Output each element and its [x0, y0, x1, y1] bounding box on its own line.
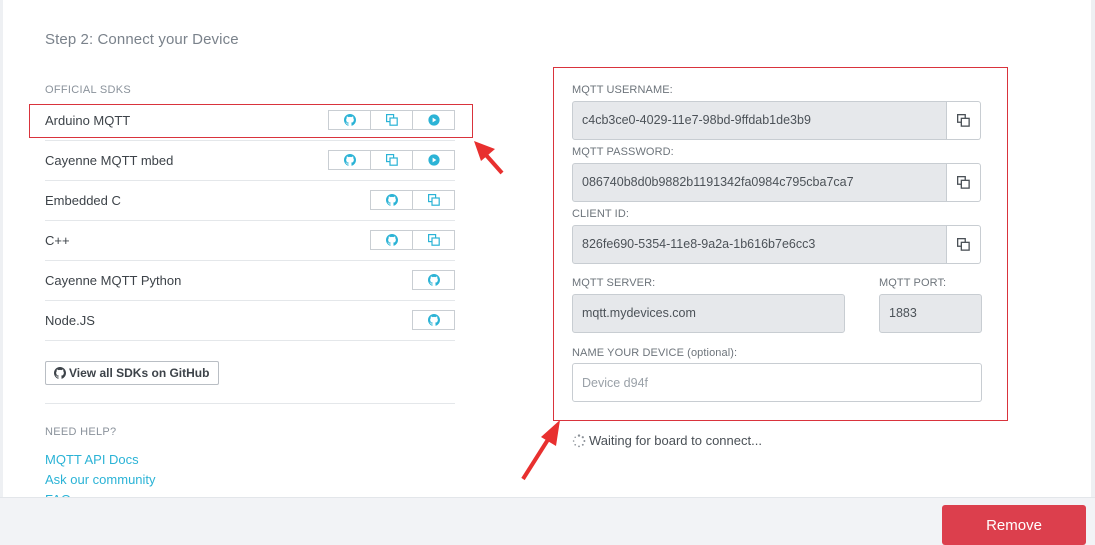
sdk-row-embedded-c: Embedded C	[45, 181, 455, 221]
view-all-sdks-label: View all SDKs on GitHub	[69, 366, 210, 380]
copy-icon	[427, 234, 440, 246]
copy-icon	[957, 176, 970, 189]
copy-button[interactable]	[412, 230, 455, 250]
mqtt-username-field[interactable]: c4cb3ce0-4029-11e7-98bd-9ffdab1de3b9	[572, 101, 947, 140]
copy-password-button[interactable]	[947, 163, 981, 202]
spinner-icon	[572, 433, 586, 447]
sdk-name: Cayenne MQTT Python	[45, 273, 182, 288]
github-button[interactable]	[370, 230, 413, 250]
client-id-label: CLIENT ID:	[572, 208, 630, 220]
mqtt-password-label: MQTT PASSWORD:	[572, 146, 674, 158]
section-divider	[45, 403, 455, 404]
copy-button[interactable]	[370, 150, 413, 170]
copy-username-button[interactable]	[947, 101, 981, 140]
mqtt-server-label: MQTT SERVER:	[572, 277, 656, 289]
github-icon	[385, 194, 398, 206]
copy-client-id-button[interactable]	[947, 225, 981, 264]
mqtt-server-field[interactable]: mqtt.mydevices.com	[572, 294, 845, 333]
device-name-input[interactable]	[572, 363, 982, 402]
github-button[interactable]	[412, 310, 455, 330]
sdk-row-cpp: C++	[45, 221, 455, 261]
mqtt-username-label: MQTT USERNAME:	[572, 84, 673, 96]
footer-bar	[0, 497, 1095, 545]
github-button[interactable]	[412, 270, 455, 290]
github-icon	[54, 367, 66, 379]
github-button[interactable]	[370, 190, 413, 210]
copy-icon	[957, 114, 970, 127]
device-name-label: NAME YOUR DEVICE (optional):	[572, 347, 738, 359]
play-icon	[427, 154, 440, 166]
waiting-text: Waiting for board to connect...	[589, 433, 762, 448]
github-icon	[427, 274, 440, 286]
sdk-row-cayenne-mqtt-python: Cayenne MQTT Python	[45, 261, 455, 301]
sdk-row-nodejs: Node.JS	[45, 301, 455, 341]
mqtt-port-label: MQTT PORT:	[879, 277, 947, 289]
official-sdks-heading: OFFICIAL SDKS	[45, 84, 132, 96]
github-button[interactable]	[328, 150, 371, 170]
remove-button[interactable]: Remove	[942, 505, 1086, 545]
sdk-name: Embedded C	[45, 193, 121, 208]
need-help-heading: NEED HELP?	[45, 426, 117, 438]
copy-icon	[385, 154, 398, 166]
page-left-edge	[0, 0, 3, 545]
arrow-to-credentials	[521, 420, 560, 481]
connection-status: Waiting for board to connect...	[572, 433, 762, 448]
sdk-name: Cayenne MQTT mbed	[45, 153, 174, 168]
page-right-edge	[1091, 0, 1095, 545]
arrow-to-arduino	[474, 141, 504, 175]
copy-icon	[427, 194, 440, 206]
sdk-name: C++	[45, 233, 70, 248]
highlight-box-arduino	[29, 104, 473, 138]
link-ask-community[interactable]: Ask our community	[45, 472, 156, 487]
play-button[interactable]	[412, 150, 455, 170]
github-icon	[427, 314, 440, 326]
github-icon	[385, 234, 398, 246]
mqtt-port-field[interactable]: 1883	[879, 294, 982, 333]
copy-icon	[957, 238, 970, 251]
sdk-row-cayenne-mqtt-mbed: Cayenne MQTT mbed	[45, 141, 455, 181]
mqtt-password-field[interactable]: 086740b8d0b9882b1191342fa0984c795cba7ca7	[572, 163, 947, 202]
github-icon	[343, 154, 356, 166]
sdk-name: Node.JS	[45, 313, 95, 328]
copy-button[interactable]	[412, 190, 455, 210]
step-title: Step 2: Connect your Device	[45, 31, 239, 48]
link-mqtt-api-docs[interactable]: MQTT API Docs	[45, 452, 139, 467]
view-all-sdks-button[interactable]: View all SDKs on GitHub	[45, 361, 220, 385]
client-id-field[interactable]: 826fe690-5354-11e8-9a2a-1b616b7e6cc3	[572, 225, 947, 264]
